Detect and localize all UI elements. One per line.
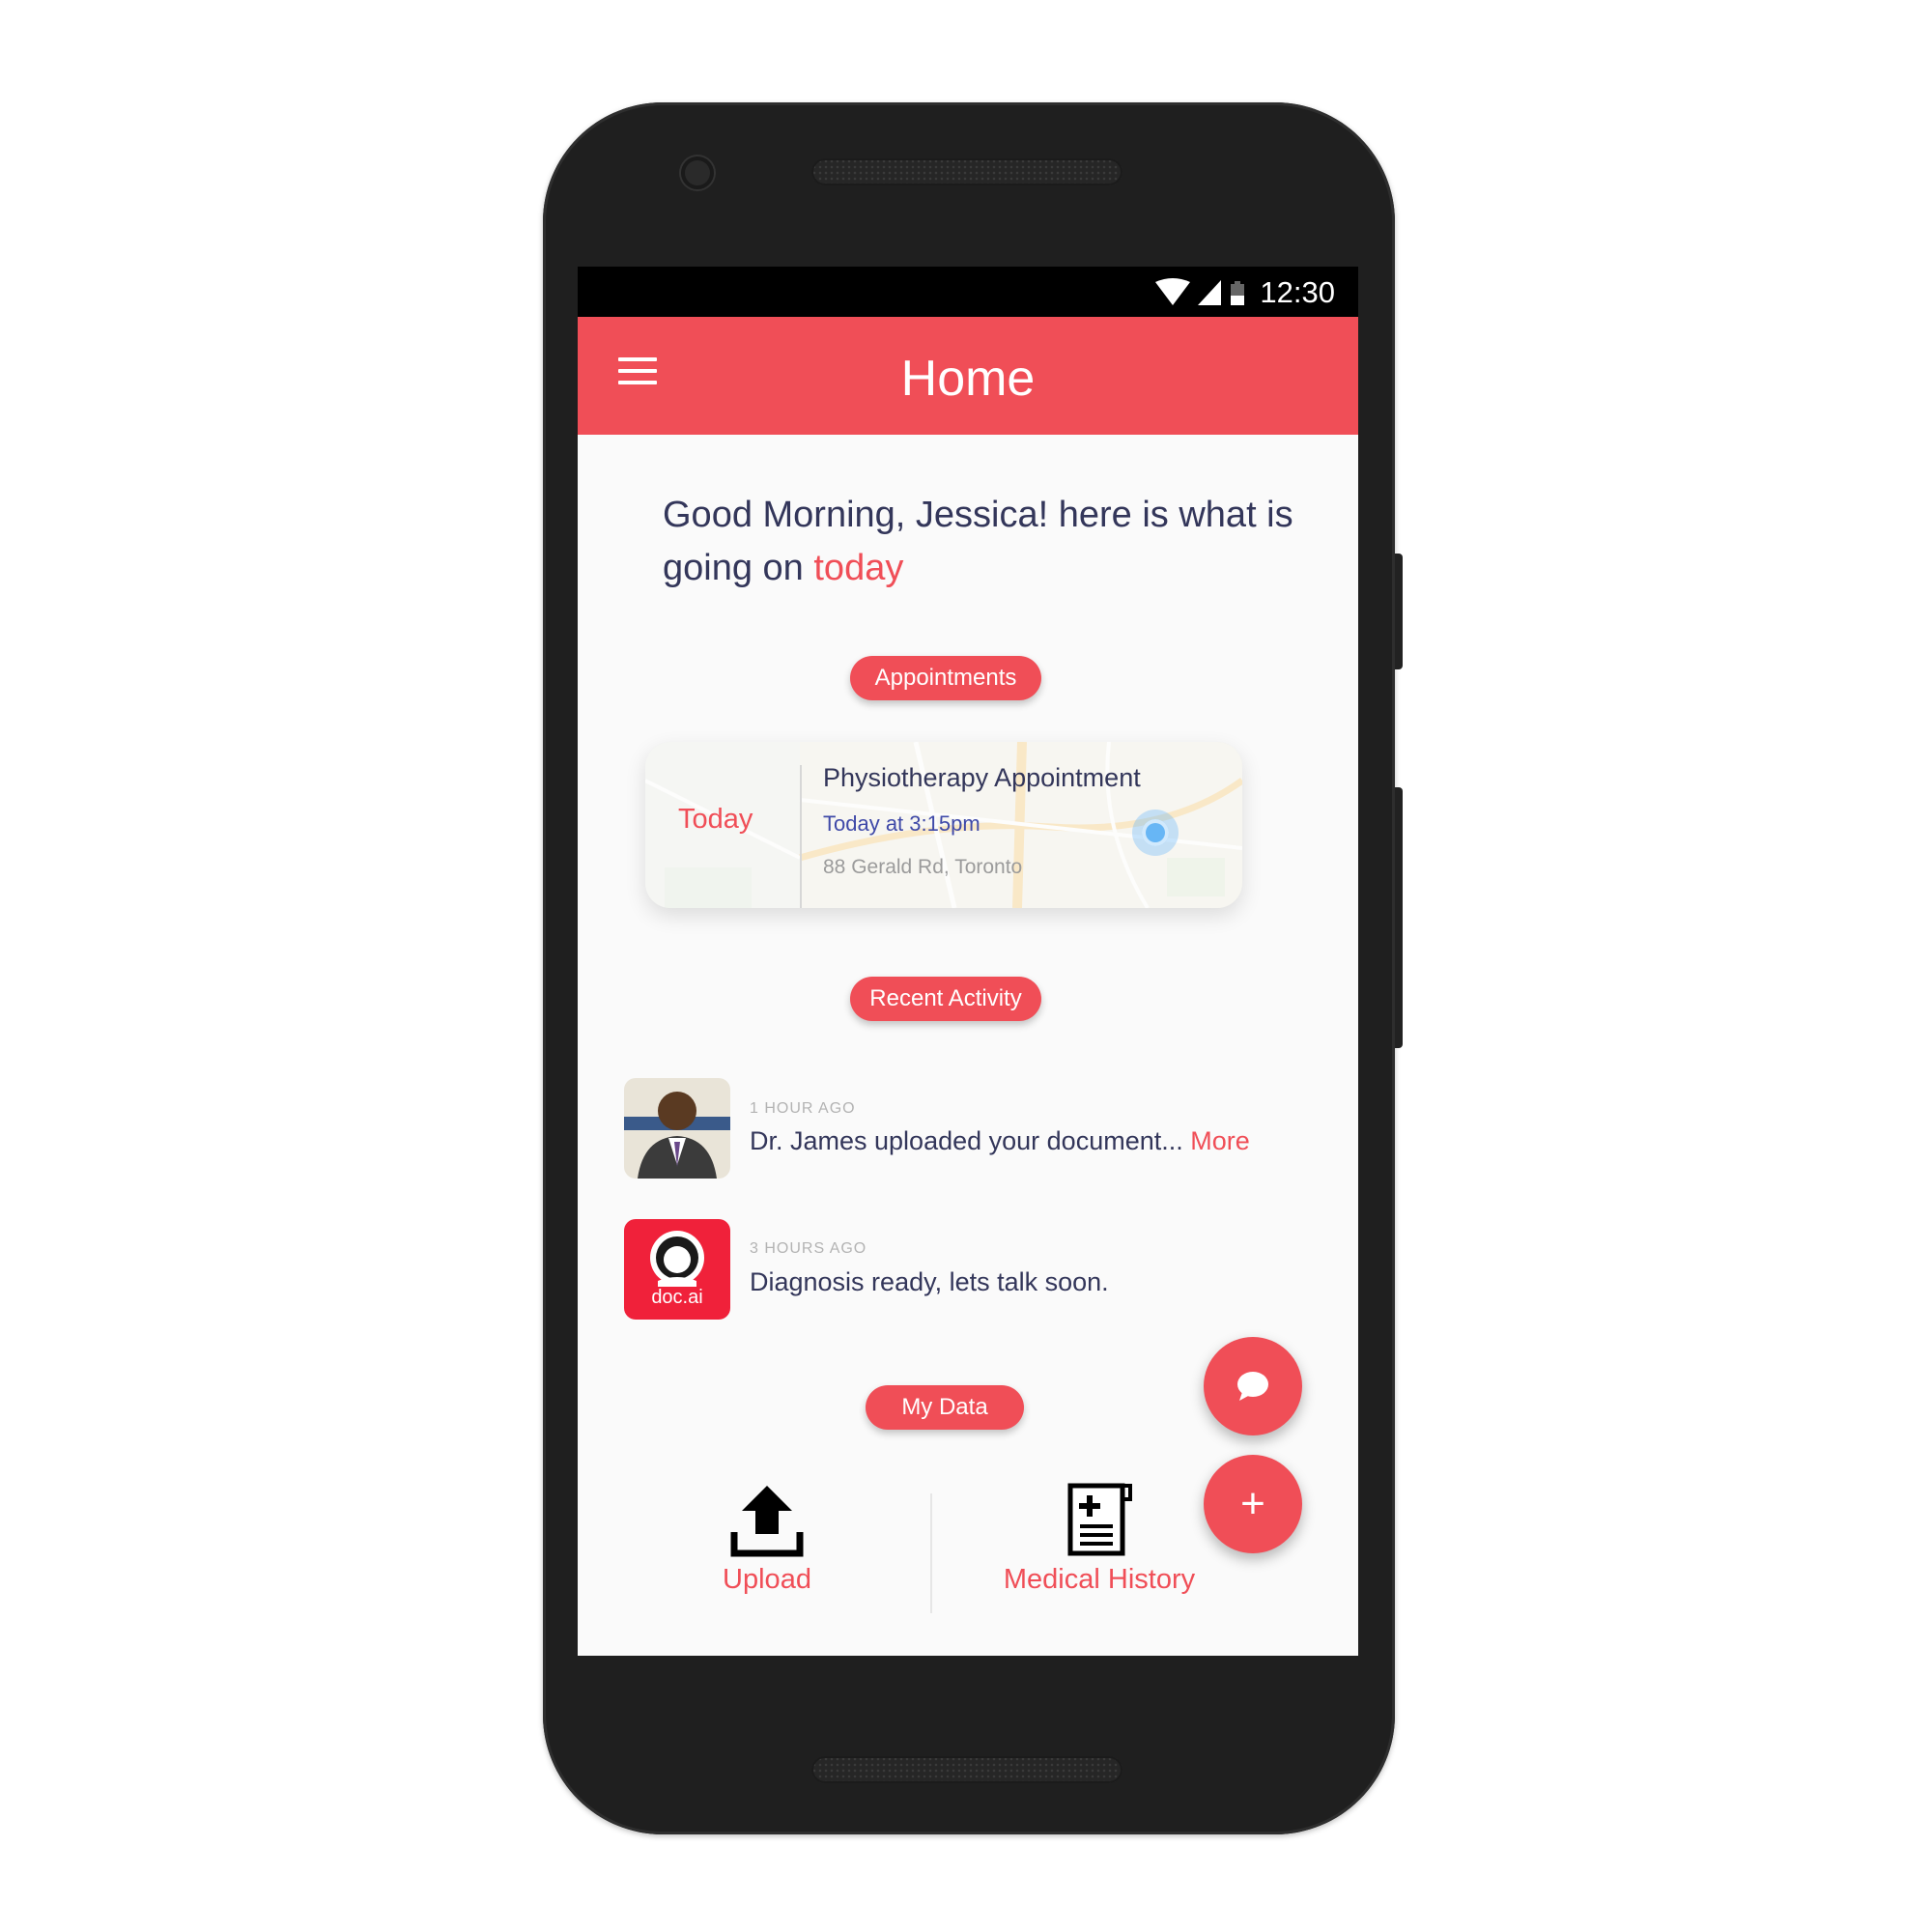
my-data-section-label[interactable]: My Data [866, 1385, 1024, 1430]
appointment-address: 88 Gerald Rd, Toronto [823, 856, 1023, 878]
medical-history-button[interactable]: Medical History [983, 1480, 1215, 1596]
bottom-divider [930, 1493, 932, 1613]
greeting-prefix: Good Morning, Jessica! here is what is g… [663, 495, 1293, 588]
upload-icon [730, 1486, 804, 1557]
page-title: Home [900, 351, 1036, 407]
appointment-time: Today at 3:15pm [823, 811, 980, 836]
status-bar: 12:30 [578, 267, 1358, 317]
bottom-speaker [811, 1756, 1122, 1783]
app-bar: Home [578, 317, 1358, 435]
power-button [1395, 554, 1403, 669]
signal-icon [1198, 280, 1221, 305]
activity-time: 3 HOURS AGO [750, 1240, 867, 1257]
docai-avatar: doc.ai [624, 1219, 730, 1320]
location-pin-icon [1132, 810, 1179, 856]
upload-label: Upload [723, 1564, 811, 1595]
front-camera [681, 156, 714, 189]
battery-icon [1231, 281, 1244, 305]
upload-button[interactable]: Upload [670, 1482, 864, 1596]
status-time: 12:30 [1260, 275, 1335, 309]
appointments-section-label[interactable]: Appointments [850, 656, 1041, 700]
appointment-day: Today [678, 804, 753, 835]
wifi-icon [1155, 278, 1190, 305]
add-button[interactable]: + [1204, 1455, 1302, 1553]
greeting-text: Good Morning, Jessica! here is what is g… [663, 489, 1320, 595]
more-link[interactable]: More [1190, 1126, 1250, 1155]
plus-icon: + [1240, 1480, 1265, 1527]
appointment-title: Physiotherapy Appointment [823, 763, 1141, 792]
activity-time: 1 HOUR AGO [750, 1100, 856, 1117]
recent-activity-section-label[interactable]: Recent Activity [850, 977, 1041, 1021]
activity-text: Dr. James uploaded your document... More [750, 1126, 1250, 1156]
activity-text: Diagnosis ready, lets talk soon. [750, 1267, 1109, 1296]
doctor-avatar [624, 1078, 730, 1179]
chat-icon [1237, 1372, 1268, 1401]
top-speaker [811, 158, 1122, 185]
medical-history-icon [1067, 1483, 1132, 1556]
activity-message: Dr. James uploaded your document... [750, 1126, 1191, 1155]
medical-history-label: Medical History [1003, 1564, 1196, 1595]
status-icons [1153, 278, 1250, 312]
chat-button[interactable] [1204, 1337, 1302, 1435]
volume-button [1395, 787, 1403, 1048]
docai-logo-text: doc.ai [651, 1287, 703, 1308]
appointment-divider [800, 765, 802, 908]
phone-screen: 12:30 Home Good Morning, Jessica! here i… [578, 267, 1358, 1656]
appointment-card[interactable]: Today Physiotherapy Appointment Today at… [645, 742, 1242, 908]
greeting-highlight: today [813, 548, 904, 588]
